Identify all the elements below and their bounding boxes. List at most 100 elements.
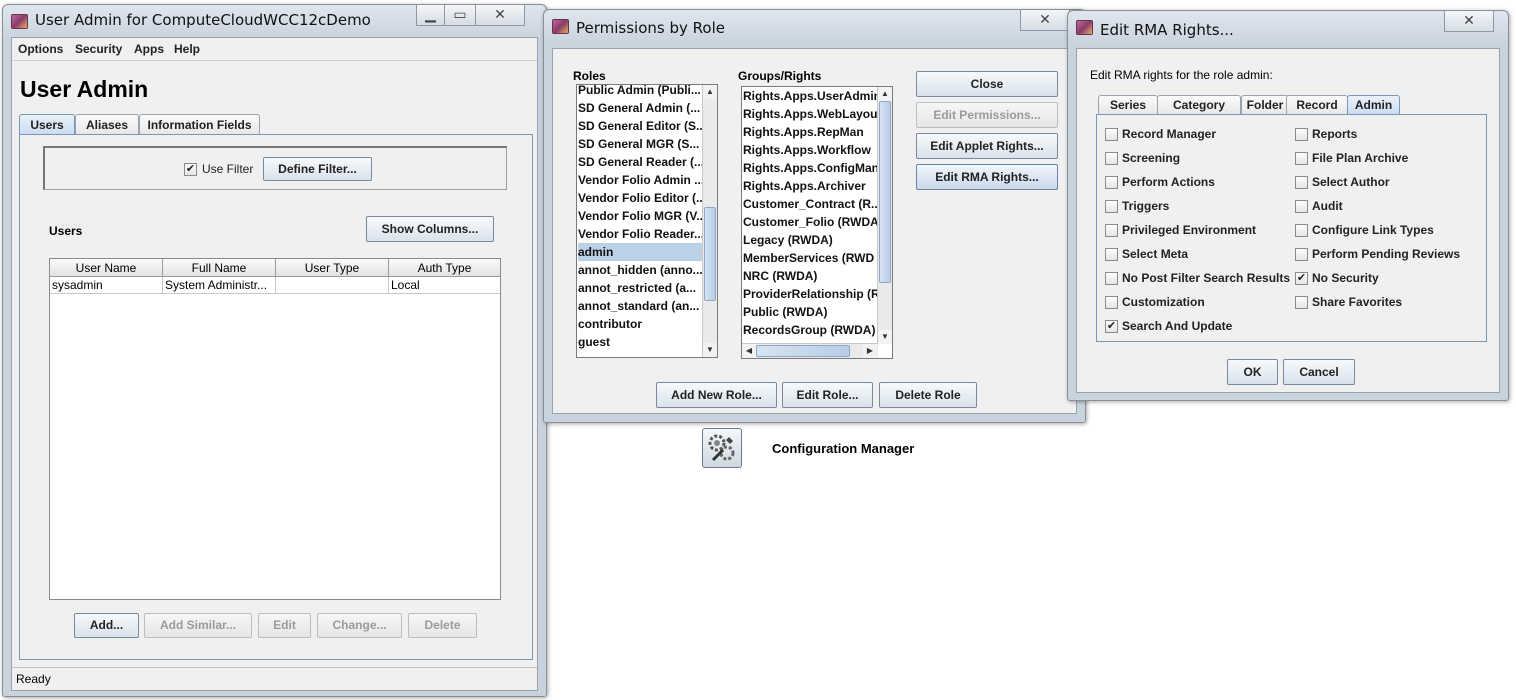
role-item[interactable]: SD General Reader (... xyxy=(578,153,704,171)
rma-option-checkbox[interactable] xyxy=(1105,176,1118,189)
rma-option-checkbox[interactable] xyxy=(1295,248,1308,261)
tab-category[interactable]: Category xyxy=(1157,95,1241,115)
tab-admin[interactable]: Admin xyxy=(1347,95,1400,115)
menu-options[interactable]: Options xyxy=(18,42,63,56)
minimize-button[interactable]: ▁ xyxy=(416,5,445,26)
rma-option-checkbox[interactable] xyxy=(1295,296,1308,309)
menu-apps[interactable]: Apps xyxy=(134,42,164,56)
tab-users[interactable]: Users xyxy=(19,114,75,135)
role-item[interactable]: SD General Editor (S... xyxy=(578,117,704,135)
group-right-item[interactable]: Rights.Apps.RepMan xyxy=(743,123,877,141)
edit-role-button[interactable]: Edit Role... xyxy=(782,382,873,408)
role-item[interactable]: annot_hidden (anno... xyxy=(578,261,704,279)
col-full-name[interactable]: Full Name xyxy=(163,259,276,277)
rma-option-checkbox[interactable] xyxy=(1295,128,1308,141)
rma-option-checkbox[interactable] xyxy=(1295,176,1308,189)
groups-list[interactable]: Rights.Apps.UserAdmin Rights.Apps.WebLayo… xyxy=(741,86,893,359)
rma-option-checkbox[interactable] xyxy=(1105,128,1118,141)
rma-option-checkbox[interactable]: ✔ xyxy=(1295,272,1308,285)
group-right-item[interactable]: MemberServices (RWD xyxy=(743,249,877,267)
define-filter-button[interactable]: Define Filter... xyxy=(263,157,372,181)
group-right-item[interactable]: ProviderRelationship (R xyxy=(743,285,877,303)
edit-permissions-button[interactable]: Edit Permissions... xyxy=(916,102,1058,128)
scroll-right-icon[interactable]: ▶ xyxy=(863,344,877,358)
group-right-item[interactable]: RecordsGroup (RWDA) xyxy=(743,321,877,339)
tab-record[interactable]: Record xyxy=(1286,95,1348,115)
users-table[interactable]: User Name Full Name User Type Auth Type … xyxy=(49,258,501,600)
roles-list[interactable]: Public Admin (Publi... SD General Admin (… xyxy=(576,84,718,358)
scroll-up-icon[interactable]: ▲ xyxy=(703,85,717,99)
roles-scrollbar[interactable]: ▲ ▼ xyxy=(702,85,717,357)
delete-button[interactable]: Delete xyxy=(408,613,477,638)
col-user-name[interactable]: User Name xyxy=(50,259,163,277)
group-right-item[interactable]: Rights.Apps.UserAdmin xyxy=(743,87,877,105)
close-window-button[interactable]: ✕ xyxy=(475,5,525,26)
close-window-button[interactable]: ✕ xyxy=(1020,10,1070,31)
scroll-thumb[interactable] xyxy=(756,345,850,357)
permissions-titlebar[interactable]: Permissions by Role ✕ xyxy=(544,10,1085,40)
close-button[interactable]: Close xyxy=(916,71,1058,97)
group-right-item[interactable]: Rights.Apps.Archiver xyxy=(743,177,877,195)
tab-folder[interactable]: Folder xyxy=(1241,95,1289,115)
role-item[interactable]: annot_restricted (a... xyxy=(578,279,704,297)
edit-applet-rights-button[interactable]: Edit Applet Rights... xyxy=(916,133,1058,159)
rma-option-checkbox[interactable] xyxy=(1295,200,1308,213)
rma-option-checkbox[interactable] xyxy=(1105,200,1118,213)
change-button[interactable]: Change... xyxy=(317,613,402,638)
scroll-up-icon[interactable]: ▲ xyxy=(878,87,892,101)
groups-vscrollbar[interactable]: ▲ ▼ xyxy=(877,87,892,344)
add-similar-button[interactable]: Add Similar... xyxy=(144,613,252,638)
edit-button[interactable]: Edit xyxy=(258,613,311,638)
tab-aliases[interactable]: Aliases xyxy=(75,114,139,135)
scroll-thumb[interactable] xyxy=(879,101,891,283)
rma-titlebar[interactable]: Edit RMA Rights... ✕ xyxy=(1068,11,1508,41)
scroll-left-icon[interactable]: ◀ xyxy=(742,344,756,358)
tab-information-fields[interactable]: Information Fields xyxy=(139,114,260,135)
scroll-down-icon[interactable]: ▼ xyxy=(703,343,717,357)
role-item[interactable]: admin xyxy=(578,243,704,261)
close-window-button[interactable]: ✕ xyxy=(1444,11,1494,32)
rma-option-checkbox[interactable] xyxy=(1295,152,1308,165)
menu-help[interactable]: Help xyxy=(174,42,200,56)
role-item[interactable]: guest xyxy=(578,333,704,351)
maximize-button[interactable]: ▭ xyxy=(444,5,476,26)
rma-option-checkbox[interactable]: ✔ xyxy=(1105,320,1118,333)
group-right-item[interactable]: Customer_Contract (R... xyxy=(743,195,877,213)
group-right-item[interactable]: Rights.Apps.Workflow xyxy=(743,141,877,159)
rma-option-checkbox[interactable] xyxy=(1105,224,1118,237)
role-item[interactable]: Vendor Folio Editor (... xyxy=(578,189,704,207)
menu-security[interactable]: Security xyxy=(75,42,122,56)
group-right-item[interactable]: Rights.Apps.ConfigMan xyxy=(743,159,877,177)
show-columns-button[interactable]: Show Columns... xyxy=(366,216,494,242)
rma-option-checkbox[interactable] xyxy=(1105,248,1118,261)
rma-option-checkbox[interactable] xyxy=(1105,152,1118,165)
role-item[interactable]: Vendor Folio MGR (V... xyxy=(578,207,704,225)
role-item[interactable]: SD General MGR (S... xyxy=(578,135,704,153)
add-new-role-button[interactable]: Add New Role... xyxy=(656,382,777,408)
edit-rma-rights-button[interactable]: Edit RMA Rights... xyxy=(916,164,1058,190)
tab-series[interactable]: Series xyxy=(1098,95,1158,115)
role-item[interactable]: Vendor Folio Reader... xyxy=(578,225,704,243)
scroll-thumb[interactable] xyxy=(704,207,716,301)
rma-option-checkbox[interactable] xyxy=(1295,224,1308,237)
delete-role-button[interactable]: Delete Role xyxy=(879,382,977,408)
role-item[interactable]: Public Admin (Publi... xyxy=(578,85,704,99)
role-item[interactable]: annot_standard (an... xyxy=(578,297,704,315)
table-row[interactable]: sysadmin System Administr... Local xyxy=(50,277,500,294)
col-auth-type[interactable]: Auth Type xyxy=(389,259,500,277)
scroll-down-icon[interactable]: ▼ xyxy=(878,330,892,344)
cancel-button[interactable]: Cancel xyxy=(1283,359,1355,385)
config-manager-shortcut[interactable]: Configuration Manager xyxy=(701,427,931,469)
use-filter-checkbox[interactable]: ✔ xyxy=(184,163,197,176)
add-button[interactable]: Add... xyxy=(74,613,139,638)
role-item[interactable]: SD General Admin (... xyxy=(578,99,704,117)
group-right-item[interactable]: Legacy (RWDA) xyxy=(743,231,877,249)
rma-option-checkbox[interactable] xyxy=(1105,296,1118,309)
col-user-type[interactable]: User Type xyxy=(276,259,389,277)
ok-button[interactable]: OK xyxy=(1227,359,1278,385)
user-admin-titlebar[interactable]: User Admin for ComputeCloudWCC12cDemo ▁ … xyxy=(3,5,546,35)
group-right-item[interactable]: Public (RWDA) xyxy=(743,303,877,321)
group-right-item[interactable]: NRC (RWDA) xyxy=(743,267,877,285)
group-right-item[interactable]: Rights.Apps.WebLayout xyxy=(743,105,877,123)
role-item[interactable]: Vendor Folio Admin ... xyxy=(578,171,704,189)
